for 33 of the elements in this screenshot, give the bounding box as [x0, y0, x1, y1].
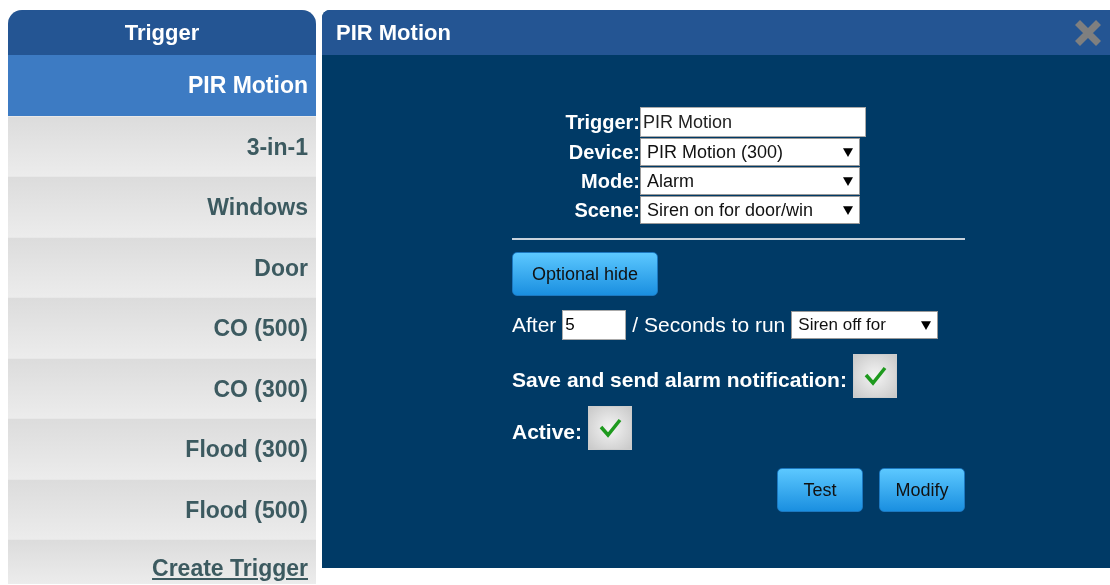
caret-icon [921, 320, 932, 330]
optional-hide-button[interactable]: Optional hide [512, 252, 658, 296]
dropdown[interactable]: PIR Motion (300) [640, 138, 860, 166]
sidebar-item[interactable]: 3-in-1 [8, 115, 316, 176]
checkbox-label: Save and send alarm notification: [512, 368, 847, 392]
caret-icon [843, 147, 853, 157]
checkbox[interactable] [588, 406, 633, 450]
action-button[interactable]: Test [777, 468, 863, 512]
caret-icon [843, 205, 853, 215]
caret-icon [843, 176, 853, 186]
sidebar-title: Trigger [8, 10, 316, 55]
dropdown[interactable]: Siren on for door/win [640, 196, 860, 224]
checkbox-label: Active: [512, 420, 583, 444]
sidebar-item[interactable]: Door [8, 236, 316, 297]
after-label: After [512, 313, 557, 337]
field-label: Mode: [581, 169, 640, 194]
sidebar-item[interactable]: PIR Motion [8, 55, 316, 116]
action-button[interactable]: Modify [879, 468, 965, 512]
sidebar-item[interactable]: CO (500) [8, 297, 316, 358]
sidebar-item[interactable]: CO (300) [8, 357, 316, 418]
sidebar-item[interactable]: Flood (300) [8, 418, 316, 479]
checkbox[interactable] [852, 354, 897, 398]
dialog-title: PIR Motion [336, 19, 451, 46]
sidebar-item[interactable]: Flood (500) [8, 478, 316, 539]
sidebar-item[interactable]: Windows [8, 176, 316, 237]
dropdown[interactable]: Alarm [640, 167, 860, 195]
text-field[interactable]: PIR Motion [640, 107, 866, 137]
seconds-field[interactable]: 5 [562, 310, 627, 340]
seconds-label: / Seconds to run [632, 313, 786, 337]
field-label: Trigger: [565, 110, 640, 135]
field-label: Device: [568, 140, 640, 165]
dropdown[interactable]: Siren off for [791, 311, 939, 339]
field-label: Scene: [574, 198, 640, 223]
